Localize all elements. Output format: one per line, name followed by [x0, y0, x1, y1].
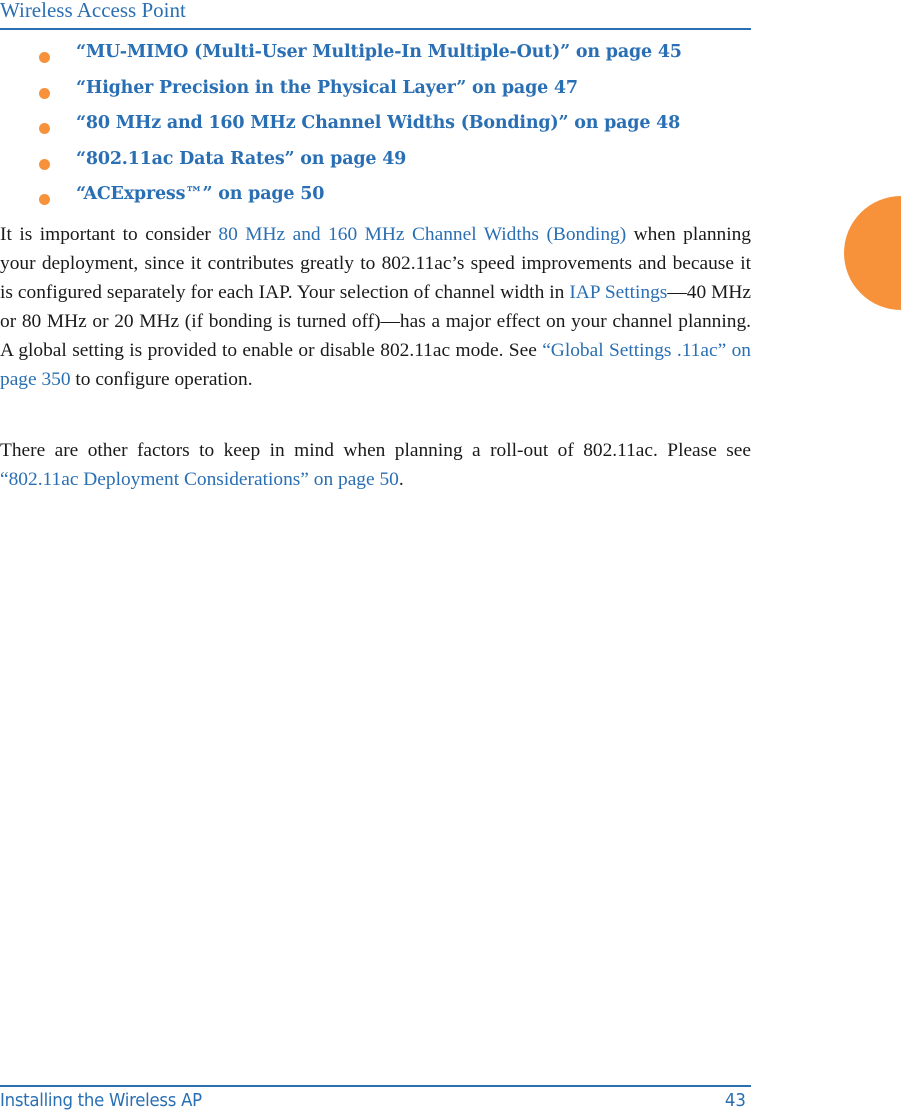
paragraph-text: It is important to consider: [0, 224, 219, 245]
deployment-considerations-link[interactable]: “802.11ac Deployment Considerations” on …: [0, 469, 399, 490]
body-paragraph-channel-widths: It is important to consider 80 MHz and 1…: [0, 220, 751, 394]
bullet-icon: [39, 123, 50, 134]
footer-divider: [0, 1085, 751, 1087]
bullet-icon: [39, 194, 50, 205]
chapter-thumb-tab: [844, 196, 901, 310]
cross-reference-link[interactable]: “802.11ac Data Rates” on page 49: [76, 149, 406, 169]
running-header-title: Wireless Access Point: [0, 0, 186, 22]
bullet-icon: [39, 158, 50, 170]
cross-reference-link[interactable]: “MU-MIMO (Multi-User Multiple-In Multipl…: [76, 42, 682, 62]
cross-reference-link[interactable]: “ACExpress™” on page 50: [76, 184, 324, 204]
cross-reference-link[interactable]: “Higher Precision in the Physical Layer”…: [76, 78, 578, 98]
channel-widths-link[interactable]: 80 MHz and 160 MHz Channel Widths (Bondi…: [218, 224, 626, 245]
cross-reference-link[interactable]: “80 MHz and 160 MHz Channel Widths (Bond…: [76, 113, 680, 133]
iap-settings-link[interactable]: IAP Settings: [569, 282, 667, 303]
body-paragraph-other-factors: There are other factors to keep in mind …: [0, 436, 751, 494]
paragraph-text: .: [398, 469, 404, 490]
bullet-icon: [39, 52, 50, 63]
paragraph-text: There are other factors to keep in mind …: [0, 440, 751, 461]
paragraph-text: to configure operation.: [70, 369, 253, 390]
bullet-icon: [39, 87, 50, 99]
header-divider: [0, 28, 751, 30]
footer-section-title: Installing the Wireless AP: [0, 1090, 202, 1111]
page-number: 43: [724, 1090, 746, 1111]
